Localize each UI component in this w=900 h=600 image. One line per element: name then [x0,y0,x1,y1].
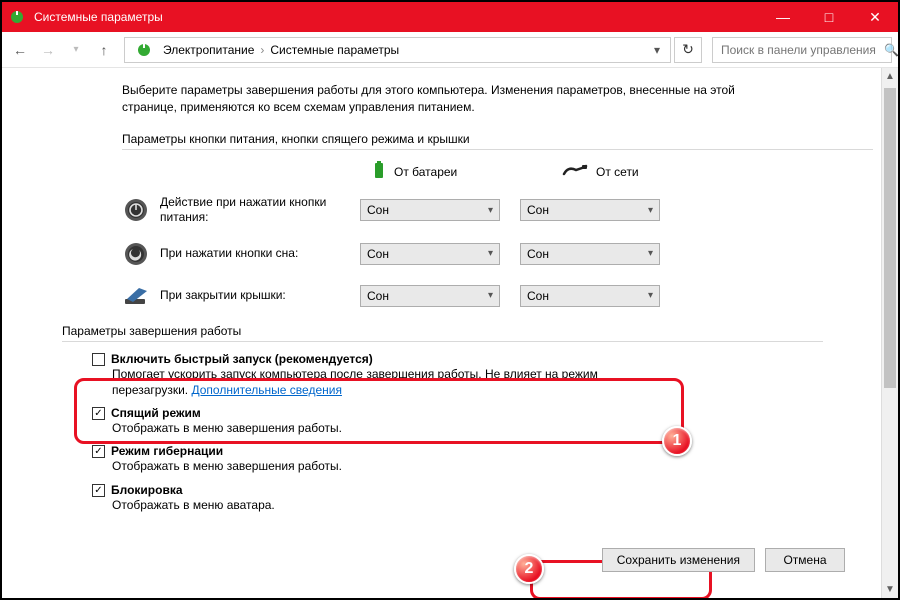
chk-fast-label: Включить быстрый запуск (рекомендуется) [111,352,373,366]
chk-hiber-label: Режим гибернации [111,444,223,458]
dialog-buttons: Сохранить изменения Отмена [602,548,845,572]
window: Системные параметры — □ ✕ ← → ▾ ↑ Электр… [0,0,900,600]
sleep-button-icon [122,240,150,268]
link-more-info[interactable]: Дополнительные сведения [191,383,341,397]
plug-icon [562,164,588,181]
save-button[interactable]: Сохранить изменения [602,548,755,572]
breadcrumb[interactable]: Электропитание › Системные параметры ▾ [124,37,671,63]
select-sleep-battery[interactable]: Сон▾ [360,243,500,265]
chevron-down-icon: ▾ [488,205,493,216]
chk-lock: Блокировка Отображать в меню аватара. [92,483,853,513]
breadcrumb-sep: › [260,43,264,57]
location-icon [135,41,153,59]
checkbox-hibernate[interactable] [92,445,105,458]
back-button[interactable]: ← [8,38,32,62]
minimize-button[interactable]: — [760,2,806,32]
chk-hiber-desc: Отображать в меню завершения работы. [112,458,652,474]
row-sleep-label: При нажатии кнопки сна: [160,246,360,262]
chevron-down-icon: ▾ [648,205,653,216]
chk-sleep: Спящий режим Отображать в меню завершени… [92,406,853,436]
up-button[interactable]: ↑ [92,38,116,62]
chevron-down-icon: ▾ [648,290,653,301]
shutdown-section: Параметры завершения работы Включить быс… [62,324,853,513]
close-button[interactable]: ✕ [852,2,898,32]
checkbox-lock[interactable] [92,484,105,497]
maximize-button[interactable]: □ [806,2,852,32]
breadcrumb-item-1[interactable]: Электропитание [163,43,254,57]
titlebar: Системные параметры — □ ✕ [2,2,898,32]
select-sleep-plugged[interactable]: Сон▾ [520,243,660,265]
annotation-badge-2: 2 [514,554,544,584]
chevron-down-icon: ▾ [488,248,493,259]
select-lid-battery[interactable]: Сон▾ [360,285,500,307]
select-power-battery[interactable]: Сон▾ [360,199,500,221]
chevron-down-icon: ▾ [488,290,493,301]
row-sleep-button: При нажатии кнопки сна: Сон▾ Сон▾ [122,240,853,268]
section-shutdown-title: Параметры завершения работы [62,324,853,342]
content: Выберите параметры завершения работы для… [2,68,881,598]
annotation-badge-1: 1 [662,426,692,456]
power-button-icon [122,196,150,224]
chevron-down-icon: ▾ [648,248,653,259]
row-power-button: Действие при нажатии кнопки питания: Сон… [122,195,853,226]
scroll-down-icon[interactable]: ▼ [882,581,898,598]
chk-sleep-desc: Отображать в меню завершения работы. [112,420,652,436]
row-lid: При закрытии крышки: Сон▾ Сон▾ [122,282,853,310]
chk-lock-label: Блокировка [111,483,183,497]
search-icon: 🔍 [884,43,899,57]
lid-icon [122,282,150,310]
select-lid-plugged[interactable]: Сон▾ [520,285,660,307]
search-box[interactable]: 🔍 [712,37,892,63]
breadcrumb-dropdown-icon[interactable]: ▾ [650,43,664,57]
forward-button[interactable]: → [36,38,60,62]
column-plugged-label: От сети [596,165,639,179]
row-lid-label: При закрытии крышки: [160,288,360,304]
window-title: Системные параметры [34,10,163,24]
select-power-plugged[interactable]: Сон▾ [520,199,660,221]
app-icon [8,8,26,26]
scroll-up-icon[interactable]: ▲ [882,68,898,85]
breadcrumb-item-2[interactable]: Системные параметры [270,43,399,57]
search-input[interactable] [719,42,878,58]
checkbox-sleep[interactable] [92,407,105,420]
column-battery-label: От батареи [394,165,457,179]
chk-hibernate: Режим гибернации Отображать в меню завер… [92,444,853,474]
window-controls: — □ ✕ [760,2,898,32]
recent-dropdown[interactable]: ▾ [64,38,88,62]
chk-sleep-label: Спящий режим [111,406,201,420]
battery-icon [372,160,386,185]
content-area: Выберите параметры завершения работы для… [2,68,898,598]
chk-fast-startup: Включить быстрый запуск (рекомендуется) … [92,352,853,398]
chk-fast-desc: Помогает ускорить запуск компьютера посл… [112,366,652,398]
column-battery: От батареи [372,160,512,185]
column-header: От батареи От сети [372,160,853,185]
refresh-button[interactable]: ↻ [674,37,702,63]
navbar: ← → ▾ ↑ Электропитание › Системные парам… [2,32,898,68]
scroll-thumb[interactable] [884,88,896,388]
vertical-scrollbar[interactable]: ▲ ▼ [881,68,898,598]
intro-text: Выберите параметры завершения работы для… [122,82,772,116]
checkbox-fast-startup[interactable] [92,353,105,366]
section-power-title: Параметры кнопки питания, кнопки спящего… [122,132,853,150]
chk-lock-desc: Отображать в меню аватара. [112,497,652,513]
row-power-label: Действие при нажатии кнопки питания: [160,195,360,226]
cancel-button[interactable]: Отмена [765,548,845,572]
column-plugged: От сети [562,160,702,185]
